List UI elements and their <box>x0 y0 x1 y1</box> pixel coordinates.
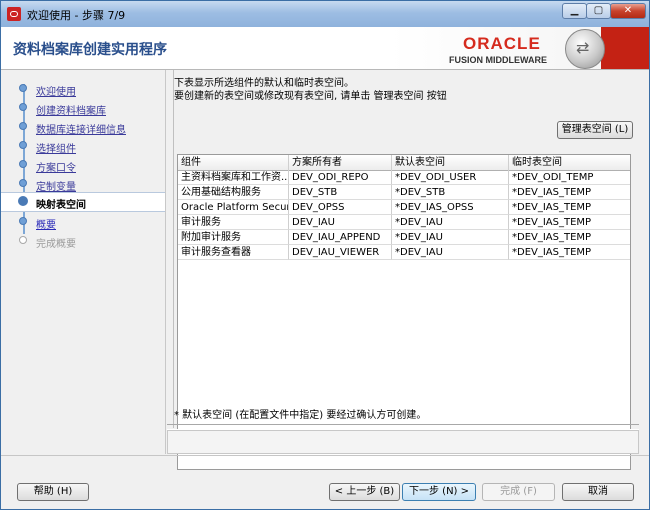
cell-component: 主资料档案库和工作资... <box>178 170 289 185</box>
cell-schema-owner: DEV_IAU_VIEWER <box>289 245 392 260</box>
window-title: 欢迎使用 - 步骤 7/9 <box>27 9 126 22</box>
cell-component: 审计服务 <box>178 215 289 230</box>
cell-temp-tablespace[interactable]: *DEV_IAS_TEMP <box>509 230 630 245</box>
cell-component: 公用基础结构服务 <box>178 185 289 200</box>
app-icon <box>7 7 21 21</box>
sidebar-item-label: 方案口令 <box>36 163 76 174</box>
sidebar-item-label: 选择组件 <box>36 144 76 155</box>
cell-default-tablespace[interactable]: *DEV_IAU <box>392 245 509 260</box>
installer-window: 欢迎使用 - 步骤 7/9 ▁ ▢ ✕ 资料档案库创建实用程序 ORACLE F… <box>0 0 650 510</box>
sidebar-item-completion-summary: 完成概要 <box>1 232 165 250</box>
page-title: 资料档案库创建实用程序 <box>13 42 167 58</box>
step-current-icon <box>18 196 28 206</box>
column-header-temp-tablespace[interactable]: 临时表空间 <box>509 155 630 170</box>
splitter-handle[interactable] <box>167 70 174 428</box>
sidebar-item-select-components[interactable]: 选择组件 <box>1 137 165 155</box>
sidebar-item-db-connection[interactable]: 数据库连接详细信息 <box>1 118 165 136</box>
finish-button: 完成 (F) <box>482 483 555 501</box>
sidebar-item-schema-passwords[interactable]: 方案口令 <box>1 156 165 174</box>
sidebar-item-create-repository[interactable]: 创建资料档案库 <box>1 99 165 117</box>
step-done-icon <box>19 122 27 130</box>
cell-component: 附加审计服务 <box>178 230 289 245</box>
table-row[interactable]: 主资料档案库和工作资... DEV_ODI_REPO *DEV_ODI_USER… <box>178 170 630 185</box>
minimize-button[interactable]: ▁ <box>562 3 587 19</box>
cell-component: Oracle Platform Securit... <box>178 200 289 215</box>
sidebar-item-custom-variables[interactable]: 定制变量 <box>1 175 165 193</box>
sidebar-item-label: 概要 <box>36 220 56 231</box>
cell-default-tablespace[interactable]: *DEV_IAU <box>392 215 509 230</box>
back-button[interactable]: < 上一步 (B) <box>329 483 400 501</box>
title-bar[interactable]: 欢迎使用 - 步骤 7/9 ▁ ▢ ✕ <box>1 1 649 28</box>
table-row[interactable]: 公用基础结构服务 DEV_STB *DEV_STB *DEV_IAS_TEMP <box>178 185 630 200</box>
cancel-button[interactable]: 取消 <box>562 483 634 501</box>
sidebar-item-label: 定制变量 <box>36 182 76 193</box>
cell-default-tablespace[interactable]: *DEV_IAS_OPSS <box>392 200 509 215</box>
cell-schema-owner: DEV_IAU <box>289 215 392 230</box>
wizard-header: 资料档案库创建实用程序 ORACLE FUSION MIDDLEWARE <box>1 27 649 70</box>
cell-schema-owner: DEV_STB <box>289 185 392 200</box>
brand-stripe <box>601 27 649 69</box>
sidebar-item-label: 创建资料档案库 <box>36 106 106 117</box>
help-button[interactable]: 帮助 (H) <box>17 483 89 501</box>
step-done-icon <box>19 103 27 111</box>
oracle-sub-logo: FUSION MIDDLEWARE <box>449 55 547 65</box>
cell-temp-tablespace[interactable]: *DEV_IAS_TEMP <box>509 185 630 200</box>
sidebar-item-welcome[interactable]: 欢迎使用 <box>1 80 165 98</box>
cell-component: 审计服务查看器 <box>178 245 289 260</box>
cell-schema-owner: DEV_ODI_REPO <box>289 170 392 185</box>
cell-temp-tablespace[interactable]: *DEV_IAS_TEMP <box>509 215 630 230</box>
table-row[interactable]: Oracle Platform Securit... DEV_OPSS *DEV… <box>178 200 630 215</box>
wizard-steps-sidebar: 欢迎使用 创建资料档案库 数据库连接详细信息 选择组件 方案口令 定制变量 映射… <box>1 70 166 454</box>
sidebar-item-map-tablespaces[interactable]: 映射表空间 <box>1 192 165 212</box>
wizard-button-bar: 帮助 (H) < 上一步 (B) 下一步 (N) > 完成 (F) 取消 <box>1 455 649 510</box>
cell-default-tablespace[interactable]: *DEV_ODI_USER <box>392 170 509 185</box>
column-header-default-tablespace[interactable]: 默认表空间 <box>392 155 509 170</box>
step-disabled-icon <box>19 236 27 244</box>
cell-schema-owner: DEV_OPSS <box>289 200 392 215</box>
table-row[interactable]: 附加审计服务 DEV_IAU_APPEND *DEV_IAU *DEV_IAS_… <box>178 230 630 245</box>
sidebar-item-label: 映射表空间 <box>36 200 86 211</box>
next-button[interactable]: 下一步 (N) > <box>402 483 476 501</box>
sidebar-item-label: 完成概要 <box>36 239 76 250</box>
step-pending-icon <box>19 217 27 225</box>
cell-schema-owner: DEV_IAU_APPEND <box>289 230 392 245</box>
message-panel <box>167 430 639 454</box>
step-done-icon <box>19 179 27 187</box>
oracle-logo: ORACLE <box>463 34 541 53</box>
table-row[interactable]: 审计服务 DEV_IAU *DEV_IAU *DEV_IAS_TEMP <box>178 215 630 230</box>
table-row[interactable]: 审计服务查看器 DEV_IAU_VIEWER *DEV_IAU *DEV_IAS… <box>178 245 630 260</box>
tablespace-footnote: * 默认表空间 (在配置文件中指定) 要经过确认方可创建。 <box>174 410 427 421</box>
manage-tablespaces-button[interactable]: 管理表空间 (L) <box>557 121 633 139</box>
close-button[interactable]: ✕ <box>610 3 646 19</box>
maximize-button[interactable]: ▢ <box>586 3 611 19</box>
cell-temp-tablespace[interactable]: *DEV_ODI_TEMP <box>509 170 630 185</box>
column-header-schema-owner[interactable]: 方案所有者 <box>289 155 392 170</box>
description-line-2: 要创建新的表空间或修改现有表空间, 请单击 管理表空间 按钮 <box>174 91 447 102</box>
column-header-component[interactable]: 组件 <box>178 155 289 170</box>
cell-default-tablespace[interactable]: *DEV_IAU <box>392 230 509 245</box>
cell-temp-tablespace[interactable]: *DEV_IAS_TEMP <box>509 200 630 215</box>
sidebar-item-label: 欢迎使用 <box>36 87 76 98</box>
main-panel: 下表显示所选组件的默认和临时表空间。 要创建新的表空间或修改现有表空间, 请单击… <box>167 70 639 470</box>
step-done-icon <box>19 141 27 149</box>
fusion-badge-icon <box>565 29 605 69</box>
cell-temp-tablespace[interactable]: *DEV_IAS_TEMP <box>509 245 630 260</box>
tablespace-table[interactable]: 组件 方案所有者 默认表空间 临时表空间 主资料档案库和工作资... DEV_O… <box>177 154 631 470</box>
sidebar-item-summary[interactable]: 概要 <box>1 213 165 231</box>
step-done-icon <box>19 160 27 168</box>
step-done-icon <box>19 84 27 92</box>
cell-default-tablespace[interactable]: *DEV_STB <box>392 185 509 200</box>
sidebar-item-label: 数据库连接详细信息 <box>36 125 126 136</box>
table-header: 组件 方案所有者 默认表空间 临时表空间 <box>178 155 630 171</box>
